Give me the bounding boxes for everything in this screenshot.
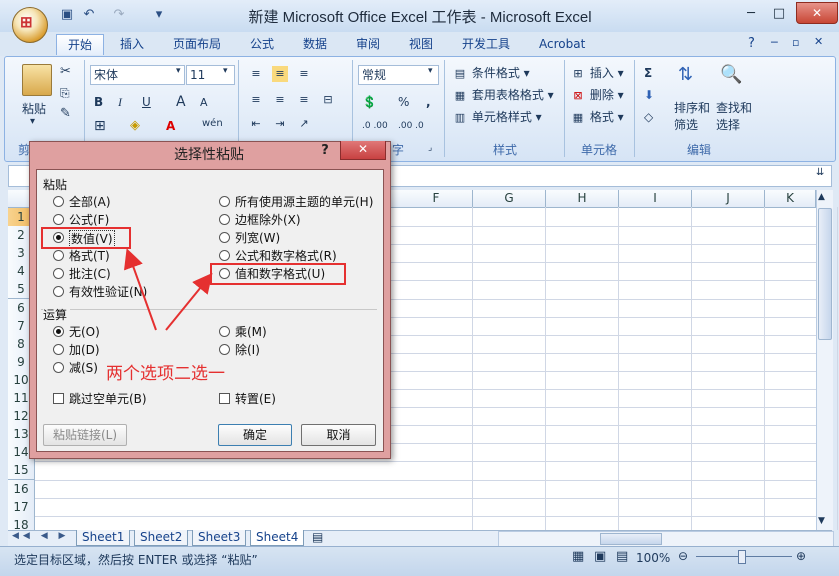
annotation-text: 两个选项二选一 xyxy=(106,364,225,384)
annotation-arrows xyxy=(123,248,213,331)
office-button[interactable]: ⊞ xyxy=(12,7,48,43)
office-logo-icon: ⊞ xyxy=(20,14,33,31)
arrow-to-values-formats xyxy=(165,272,213,331)
arrow-to-values xyxy=(123,248,157,331)
